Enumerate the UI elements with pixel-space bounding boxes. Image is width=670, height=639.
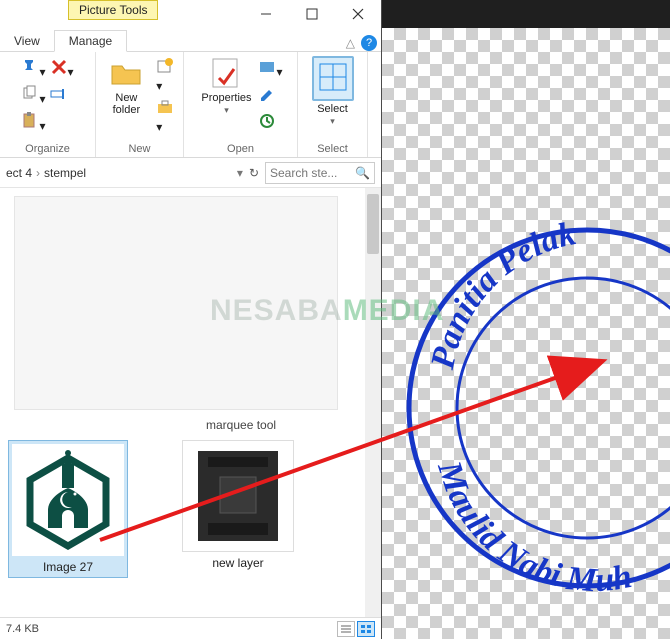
- stamp-graphic: Panitia Pelak Maulid Nabi Muh: [382, 108, 670, 608]
- search-placeholder: Search ste...: [270, 166, 351, 180]
- tab-manage[interactable]: Manage: [54, 30, 127, 52]
- stamp-text-bottom: Maulid Nabi Muh: [430, 456, 635, 600]
- properties-button[interactable]: Properties ▾: [198, 56, 254, 116]
- ribbon-group-organize: ▾ ▾ ▾ ▾ Organize: [0, 52, 96, 157]
- maximize-button[interactable]: [289, 0, 335, 28]
- chevron-right-icon: ›: [36, 166, 40, 180]
- select-button[interactable]: Select ▾: [305, 56, 361, 127]
- ribbon-group-select: Select ▾ Select: [298, 52, 368, 157]
- refresh-icon[interactable]: ↻: [249, 166, 259, 180]
- breadcrumb-seg-1[interactable]: ect 4: [6, 166, 32, 180]
- group-label-open: Open: [227, 141, 254, 155]
- scrollbar[interactable]: [365, 188, 381, 617]
- file-label-marquee: marquee tool: [206, 418, 276, 432]
- view-thumbnails-button[interactable]: [357, 621, 375, 637]
- search-icon: 🔍: [355, 166, 370, 180]
- new-folder-button[interactable]: New folder: [101, 56, 153, 116]
- status-bar: 7.4 KB: [0, 617, 381, 639]
- rename-icon[interactable]: [50, 85, 74, 106]
- scrollbar-thumb[interactable]: [367, 194, 379, 254]
- copy-icon[interactable]: ▾: [21, 85, 45, 106]
- file-explorer-window: Picture Tools View Manage △ ?: [0, 0, 382, 639]
- editor-canvas-pane: Panitia Pelak Maulid Nabi Muh: [382, 0, 670, 639]
- transparency-canvas[interactable]: Panitia Pelak Maulid Nabi Muh: [382, 28, 670, 639]
- mosque-icon: [18, 450, 118, 550]
- paste-icon[interactable]: ▾: [21, 112, 45, 133]
- ribbon-group-new: New folder ▾ ▾ New: [96, 52, 184, 157]
- help-icon[interactable]: ?: [361, 35, 377, 51]
- open-icon[interactable]: ▾: [258, 58, 282, 79]
- address-bar: ect 4 › stempel ▾ ↻ Search ste... 🔍: [0, 158, 381, 188]
- group-label-organize: Organize: [25, 141, 70, 155]
- delete-icon[interactable]: ▾: [50, 58, 74, 79]
- thumbnail-new-layer: [182, 440, 294, 552]
- history-icon[interactable]: [258, 112, 282, 133]
- ribbon-tabs: View Manage △ ?: [0, 28, 381, 52]
- editor-titlebar: [382, 0, 670, 28]
- thumbnail-image-27: [12, 444, 124, 556]
- group-label-new: New: [128, 141, 150, 155]
- svg-text:Maulid Nabi Muh: Maulid Nabi Muh: [430, 456, 635, 600]
- file-label-new-layer: new layer: [178, 556, 298, 570]
- search-input[interactable]: Search ste... 🔍: [265, 162, 375, 184]
- new-item-icon[interactable]: ▾: [156, 58, 178, 93]
- pin-icon[interactable]: ▾: [21, 58, 45, 79]
- file-new-layer[interactable]: new layer: [178, 440, 298, 570]
- address-dropdown-icon[interactable]: ▾: [237, 166, 243, 180]
- ribbon-group-open: Properties ▾ ▾ Open: [184, 52, 298, 157]
- preview-placeholder: [14, 196, 338, 410]
- group-label-select: Select: [317, 141, 348, 155]
- titlebar: Picture Tools: [0, 0, 381, 28]
- file-list-area[interactable]: marquee tool Image 27: [0, 188, 381, 617]
- easy-access-icon[interactable]: ▾: [156, 99, 178, 134]
- edit-icon[interactable]: [258, 85, 282, 106]
- view-details-button[interactable]: [337, 621, 355, 637]
- status-size: 7.4 KB: [6, 623, 39, 635]
- breadcrumb[interactable]: ect 4 › stempel: [6, 166, 231, 180]
- close-button[interactable]: [335, 0, 381, 28]
- file-label-image-27: Image 27: [12, 560, 124, 574]
- file-image-27[interactable]: Image 27: [8, 440, 128, 578]
- minimize-button[interactable]: [243, 0, 289, 28]
- collapse-ribbon-icon[interactable]: △: [346, 36, 355, 50]
- tab-view[interactable]: View: [0, 31, 54, 51]
- contextual-tab-picture-tools[interactable]: Picture Tools: [68, 0, 158, 20]
- ribbon: ▾ ▾ ▾ ▾ Organize New folder: [0, 52, 381, 158]
- breadcrumb-seg-2[interactable]: stempel: [44, 166, 86, 180]
